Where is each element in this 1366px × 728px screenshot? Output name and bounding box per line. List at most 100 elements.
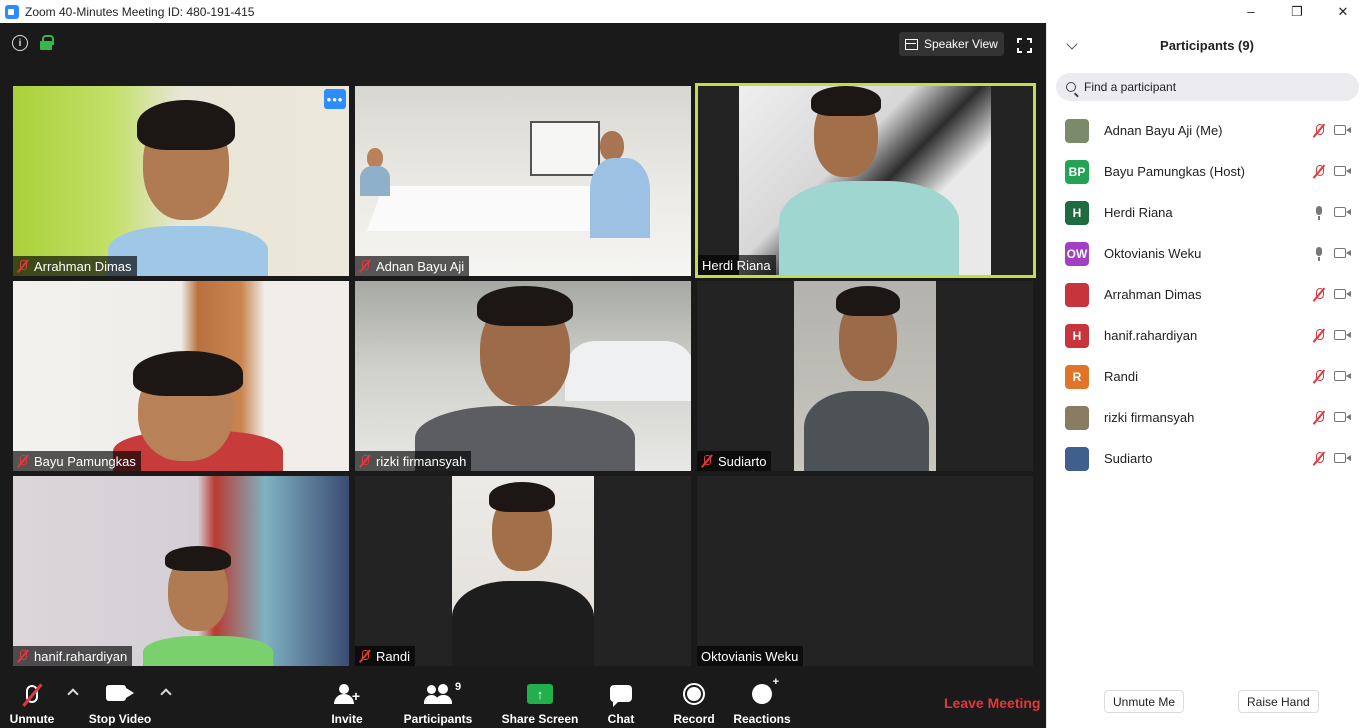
mic-muted-icon bbox=[1312, 369, 1326, 385]
participant-row[interactable]: Adnan Bayu Aji (Me) bbox=[1047, 110, 1366, 151]
mic-muted-icon bbox=[1312, 123, 1326, 139]
video-tile[interactable]: ••• Arrahman Dimas bbox=[13, 86, 349, 276]
participant-row[interactable]: BP Bayu Pamungkas (Host) bbox=[1047, 151, 1366, 192]
avatar: H bbox=[1065, 323, 1089, 348]
camera-icon bbox=[1334, 412, 1351, 422]
mic-muted-icon bbox=[359, 649, 371, 663]
participant-row[interactable]: R Randi bbox=[1047, 356, 1366, 397]
audio-options-chevron-icon[interactable] bbox=[67, 688, 79, 700]
video-tile[interactable]: Adnan Bayu Aji bbox=[355, 86, 691, 276]
share-screen-icon: ↑ bbox=[527, 684, 553, 704]
mic-muted-icon bbox=[1312, 328, 1326, 344]
avatar: BP bbox=[1065, 159, 1089, 184]
camera-icon bbox=[106, 685, 134, 701]
video-tile[interactable]: rizki firmansyah bbox=[355, 281, 691, 471]
chat-icon bbox=[610, 685, 632, 707]
stop-video-button[interactable]: Stop Video bbox=[89, 676, 151, 728]
avatar: OW bbox=[1065, 241, 1089, 266]
video-tile[interactable]: Randi bbox=[355, 476, 691, 666]
chat-button[interactable]: Chat bbox=[603, 676, 639, 728]
camera-icon bbox=[1334, 330, 1351, 340]
camera-icon bbox=[1334, 248, 1351, 258]
more-options-button[interactable]: ••• bbox=[324, 89, 346, 109]
window-title: Zoom 40-Minutes Meeting ID: 480-191-415 bbox=[25, 4, 255, 19]
mic-muted-icon bbox=[1312, 287, 1326, 303]
unmute-me-button[interactable]: Unmute Me bbox=[1104, 690, 1185, 713]
video-options-chevron-icon[interactable] bbox=[160, 688, 172, 700]
participant-row[interactable]: rizki firmansyah bbox=[1047, 397, 1366, 438]
speaker-view-label: Speaker View bbox=[924, 37, 998, 51]
camera-icon bbox=[1334, 371, 1351, 381]
mic-muted-icon bbox=[17, 259, 29, 273]
camera-icon bbox=[1334, 453, 1351, 463]
participant-name: Arrahman Dimas bbox=[1104, 287, 1202, 302]
invite-button[interactable]: + Invite bbox=[327, 676, 367, 728]
participants-panel: Participants (9) Adnan Bayu Aji (Me) BP Ba… bbox=[1046, 23, 1366, 728]
reactions-icon bbox=[752, 676, 779, 704]
record-icon bbox=[683, 683, 705, 705]
mic-muted-icon bbox=[1312, 410, 1326, 426]
mic-muted-icon bbox=[1312, 164, 1326, 180]
tile-name-tag: rizki firmansyah bbox=[355, 451, 472, 471]
participant-row[interactable]: H Herdi Riana bbox=[1047, 192, 1366, 233]
search-icon bbox=[1066, 82, 1076, 92]
mic-muted-icon bbox=[359, 454, 371, 468]
search-input[interactable] bbox=[1084, 80, 1344, 94]
tile-name-tag: hanif.rahardiyan bbox=[13, 646, 133, 666]
video-tile[interactable]: hanif.rahardiyan bbox=[13, 476, 349, 666]
mic-muted-icon bbox=[701, 454, 713, 468]
video-feed bbox=[13, 86, 349, 276]
camera-icon bbox=[1334, 166, 1351, 176]
fullscreen-icon[interactable] bbox=[1017, 38, 1032, 53]
restore-icon[interactable]: ❐ bbox=[1274, 0, 1320, 23]
minimize-icon[interactable]: – bbox=[1228, 0, 1274, 23]
avatar: H bbox=[1065, 200, 1089, 225]
camera-icon bbox=[1334, 125, 1351, 135]
zoom-logo-icon bbox=[5, 4, 19, 19]
participant-name: rizki firmansyah bbox=[1104, 410, 1195, 425]
video-feed bbox=[794, 281, 936, 471]
tile-name-tag: Adnan Bayu Aji bbox=[355, 256, 470, 276]
participant-search[interactable] bbox=[1056, 73, 1359, 101]
participant-row[interactable]: OW Oktovianis Weku bbox=[1047, 233, 1366, 274]
encryption-lock-icon[interactable] bbox=[40, 35, 54, 51]
video-feed bbox=[355, 281, 691, 471]
participant-name: Bayu Pamungkas (Host) bbox=[1104, 164, 1245, 179]
video-feed bbox=[13, 281, 349, 471]
meeting-toolbar: Unmute Stop Video + Invite Participants … bbox=[0, 676, 1046, 728]
participant-name: Herdi Riana bbox=[1104, 205, 1173, 220]
video-tile[interactable]: Bayu Pamungkas bbox=[13, 281, 349, 471]
participant-row[interactable]: Arrahman Dimas bbox=[1047, 274, 1366, 315]
share-screen-button[interactable]: ↑ Share Screen bbox=[502, 676, 578, 728]
participant-name: hanif.rahardiyan bbox=[1104, 328, 1198, 343]
participant-name: Sudiarto bbox=[1104, 451, 1153, 466]
tile-name-tag: Arrahman Dimas bbox=[13, 256, 137, 276]
title-bar: Zoom 40-Minutes Meeting ID: 480-191-415 … bbox=[0, 0, 1366, 23]
mic-muted-icon bbox=[359, 259, 371, 273]
mic-muted-icon bbox=[17, 454, 29, 468]
participant-row[interactable]: Hhanif.rahardiyan bbox=[1047, 315, 1366, 356]
raise-hand-button[interactable]: Raise Hand bbox=[1238, 690, 1319, 713]
avatar bbox=[1065, 446, 1089, 471]
mic-icon bbox=[1312, 205, 1326, 221]
participant-name: Oktovianis Weku bbox=[1104, 246, 1202, 261]
close-icon[interactable]: ✕ bbox=[1320, 0, 1366, 23]
speaker-view-button[interactable]: Speaker View bbox=[899, 32, 1004, 56]
avatar: R bbox=[1065, 364, 1089, 389]
tile-name-tag: Randi bbox=[355, 646, 415, 666]
mic-icon bbox=[1312, 246, 1326, 262]
participant-row[interactable]: Sudiarto bbox=[1047, 438, 1366, 479]
camera-icon bbox=[1334, 207, 1351, 217]
video-tile[interactable]: Sudiarto bbox=[697, 281, 1033, 471]
leave-meeting-button[interactable]: Leave Meeting bbox=[944, 695, 1040, 711]
record-button[interactable]: Record bbox=[673, 676, 715, 728]
video-tile-active-speaker[interactable]: Herdi Riana bbox=[695, 83, 1036, 278]
camera-icon bbox=[1334, 289, 1351, 299]
meeting-info-icon[interactable]: i bbox=[12, 35, 28, 51]
unmute-button[interactable]: Unmute bbox=[9, 676, 55, 728]
video-tile[interactable]: Oktovianis Weku bbox=[697, 476, 1033, 666]
reactions-button[interactable]: Reactions bbox=[733, 676, 790, 728]
tile-name-tag: Herdi Riana bbox=[698, 255, 776, 275]
avatar bbox=[1065, 118, 1089, 143]
avatar bbox=[1065, 405, 1089, 430]
